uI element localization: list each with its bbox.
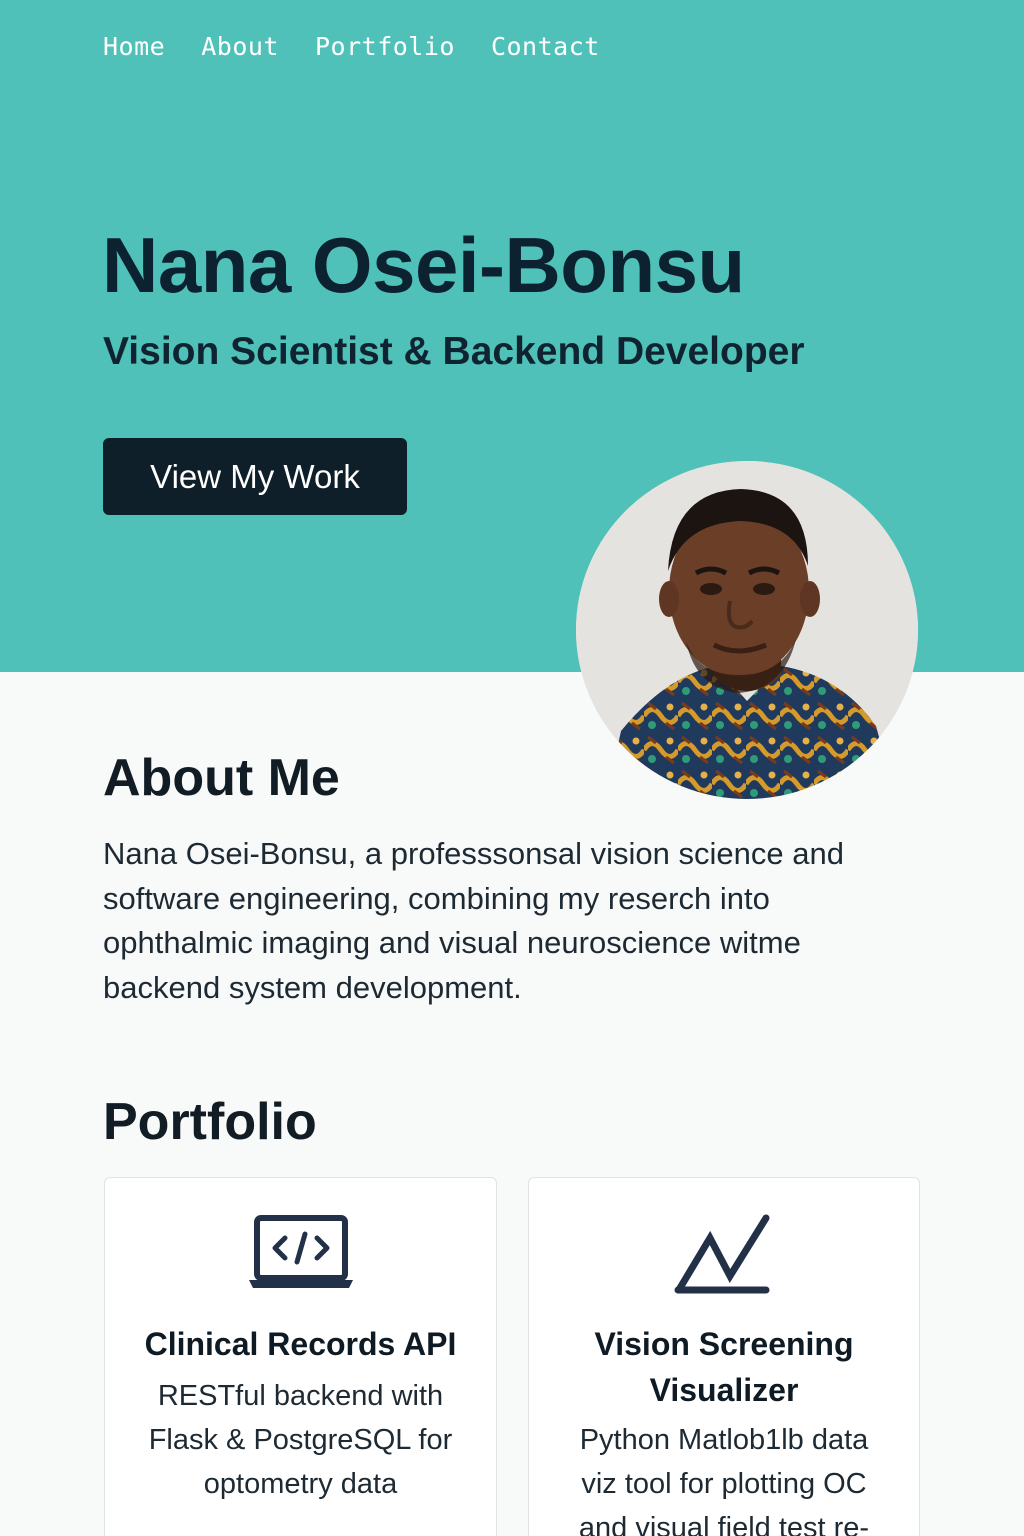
- nav-about-link[interactable]: About: [201, 32, 279, 61]
- page: Home About Portfolio Contact Nana Osei-B…: [0, 0, 1024, 1536]
- view-my-work-button[interactable]: View My Work: [103, 438, 407, 515]
- about-text: Nana Osei-Bonsu, a professsonsal vision …: [103, 836, 844, 1005]
- top-nav: Home About Portfolio Contact: [103, 32, 636, 61]
- profile-photo: [576, 461, 918, 799]
- portfolio-card-clinical-records-api[interactable]: Clinical Records API RESTful backend wit…: [104, 1177, 497, 1536]
- hero-subtitle: Vision Scientist & Backend Developer: [103, 330, 805, 373]
- nav-portfolio-link[interactable]: Portfolio: [315, 32, 455, 61]
- card-title: Clinical Records API: [144, 1326, 457, 1362]
- nav-contact-link[interactable]: Contact: [491, 32, 600, 61]
- about-heading: About Me: [103, 749, 340, 807]
- portfolio-heading: Portfolio: [103, 1093, 317, 1151]
- card-description: Python Matlob1lb data viz tool for plott…: [578, 1424, 870, 1536]
- line-chart-icon: [674, 1214, 770, 1294]
- card-description: RESTful backend with Flask & PostgreSQL …: [148, 1380, 453, 1500]
- code-laptop-icon: [248, 1215, 353, 1288]
- portfolio-card-vision-screening-visualizer[interactable]: Vision Screening Visualizer Python Matlo…: [528, 1177, 920, 1536]
- card-title: Vision Screening Visualizer: [594, 1326, 854, 1408]
- hero-title: Nana Osei-Bonsu: [102, 221, 745, 309]
- nav-home-link[interactable]: Home: [103, 32, 165, 61]
